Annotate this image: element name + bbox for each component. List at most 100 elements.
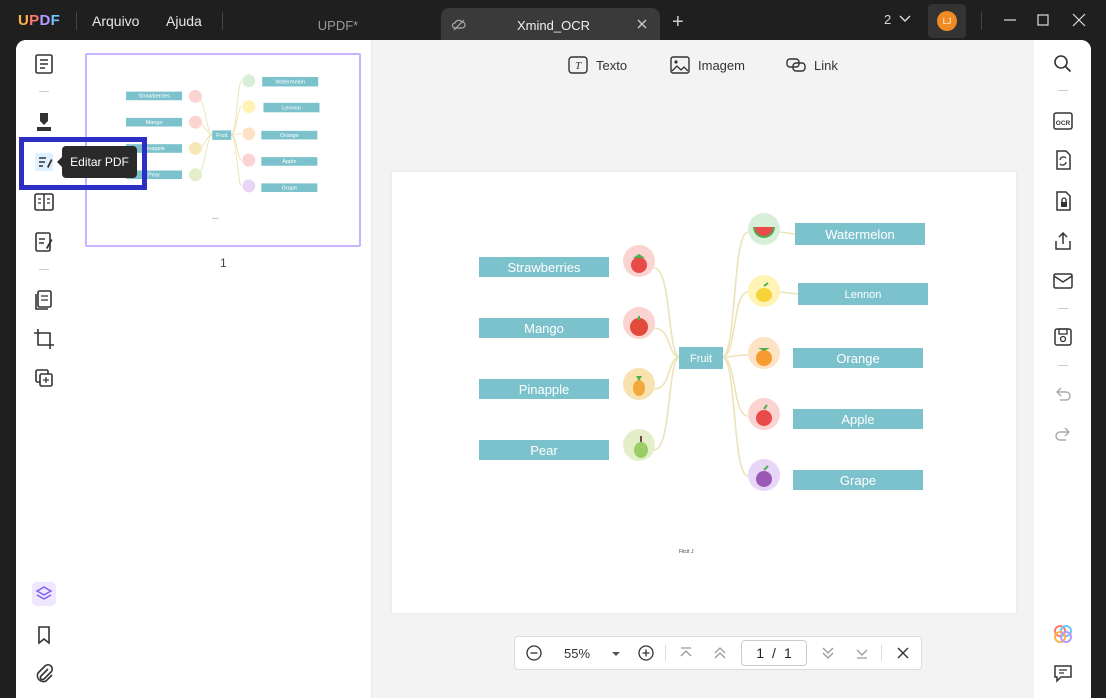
title-divider (76, 12, 77, 30)
zoom-toolbar: 55% 1 / 1 (514, 636, 922, 670)
zoom-out-icon[interactable] (525, 644, 543, 662)
save-icon[interactable] (1052, 326, 1074, 348)
svg-text:Watermelon: Watermelon (275, 79, 305, 85)
add-text-button[interactable]: T Texto (568, 56, 627, 74)
node-label: Pear (530, 443, 558, 458)
node-label: Apple (841, 412, 874, 427)
page-input[interactable]: 1 / 1 (741, 640, 807, 666)
pdf-page[interactable]: Strawberries Mango Pinapple Pear Fruit W… (392, 172, 1016, 613)
document-area: T Texto Imagem Link Strawberries Mango P… (372, 40, 1034, 698)
protect-icon[interactable] (1052, 190, 1074, 212)
share-icon[interactable] (1052, 230, 1074, 252)
window-count[interactable]: 2 (884, 12, 911, 27)
reader-icon[interactable] (32, 52, 56, 76)
close-tab-icon[interactable] (635, 17, 649, 31)
page-footer: Fitcit J (679, 549, 694, 555)
link-icon (786, 58, 806, 72)
bookmark-icon[interactable] (32, 623, 56, 647)
cloud-off-icon (451, 17, 467, 33)
svg-text:OCR: OCR (1056, 120, 1071, 127)
svg-text:Fruit: Fruit (216, 133, 228, 139)
attachment-icon[interactable] (32, 662, 56, 686)
crop-icon[interactable] (32, 327, 56, 351)
title-divider (981, 12, 982, 30)
image-label: Imagem (698, 57, 745, 73)
current-page: 1 (756, 645, 765, 661)
prev-page-icon[interactable] (711, 644, 729, 662)
total-pages: 1 (783, 645, 792, 661)
tab-label: Xmind_OCR (517, 18, 590, 33)
add-image-button[interactable]: Imagem (670, 56, 745, 74)
zoom-dropdown-icon[interactable] (611, 646, 621, 656)
node-label: Orange (836, 351, 879, 366)
layers-icon[interactable] (32, 582, 56, 606)
node-label: Mango (524, 321, 564, 336)
divider (39, 91, 49, 92)
pages-icon[interactable] (32, 288, 56, 312)
account-button[interactable]: LJ (928, 4, 966, 38)
convert-file-icon[interactable] (1052, 149, 1074, 171)
svg-text:Apple: Apple (282, 159, 296, 165)
undo-icon[interactable] (1052, 384, 1074, 406)
avatar: LJ (937, 11, 957, 31)
comment-icon[interactable] (1052, 662, 1074, 684)
next-page-icon[interactable] (819, 644, 837, 662)
mindmap: Strawberries Mango Pinapple Pear Fruit W… (479, 213, 928, 555)
ocr-icon[interactable]: OCR (1052, 110, 1074, 132)
text-icon: T (568, 56, 588, 74)
node-label: Strawberries (508, 260, 581, 275)
updf-logo: UPDF (18, 12, 61, 29)
minimize-button[interactable] (1000, 10, 1020, 30)
convert-icon[interactable] (32, 366, 56, 390)
node-label: Pinapple (519, 382, 570, 397)
menu-ajuda[interactable]: Ajuda (166, 13, 202, 29)
tab-xmind-ocr[interactable]: Xmind_OCR (441, 8, 660, 42)
search-icon[interactable] (1052, 53, 1074, 75)
tab-updf[interactable]: UPDF* (240, 8, 436, 42)
svg-text:Lennon: Lennon (282, 105, 301, 111)
node-label: Watermelon (825, 227, 895, 242)
text-label: Texto (596, 57, 628, 73)
page-separator: / (772, 645, 776, 661)
zoom-level[interactable]: 55% (564, 646, 590, 661)
mail-icon[interactable] (1052, 270, 1074, 292)
svg-text:Strawberries: Strawberries (138, 94, 170, 100)
maximize-button[interactable] (1033, 10, 1053, 30)
close-window-button[interactable] (1069, 10, 1089, 30)
last-page-icon[interactable] (853, 644, 871, 662)
new-tab-button[interactable]: + (672, 11, 684, 34)
title-divider (222, 12, 223, 30)
menu-arquivo[interactable]: Arquivo (92, 13, 139, 29)
divider (881, 645, 882, 661)
node-label: Grape (840, 473, 876, 488)
zoom-in-icon[interactable] (637, 644, 655, 662)
tab-label: UPDF* (317, 17, 359, 33)
add-link-button[interactable]: Link (786, 56, 838, 74)
svg-text:Fitcit J: Fitcit J (213, 217, 219, 220)
divider (39, 269, 49, 270)
highlighter-icon[interactable] (32, 110, 56, 134)
chevron-down-icon (899, 15, 911, 22)
divider (665, 645, 666, 661)
close-toolbar-icon[interactable] (894, 644, 912, 662)
node-label: Fruit (690, 353, 712, 365)
organize-icon[interactable] (32, 190, 56, 214)
divider (1058, 90, 1068, 91)
svg-text:Pear: Pear (148, 172, 160, 178)
svg-text:T: T (575, 60, 582, 72)
divider (1058, 308, 1068, 309)
thumbnail-page-number: 1 (220, 256, 227, 270)
svg-text:Orange: Orange (280, 133, 299, 139)
title-bar: UPDF Arquivo Ajuda UPDF* Xmind_OCR + 2 L… (0, 0, 1106, 42)
tooltip: Editar PDF (57, 146, 137, 178)
svg-text:Mango: Mango (146, 120, 163, 126)
fill-sign-icon[interactable] (32, 230, 56, 254)
window-count-value: 2 (884, 12, 892, 27)
image-icon (670, 56, 690, 74)
divider (1058, 365, 1068, 366)
first-page-icon[interactable] (677, 644, 695, 662)
node-label: Lennon (845, 289, 882, 301)
redo-icon[interactable] (1052, 424, 1074, 446)
ai-assistant-icon[interactable] (1052, 623, 1074, 645)
svg-text:Grape: Grape (282, 185, 298, 191)
